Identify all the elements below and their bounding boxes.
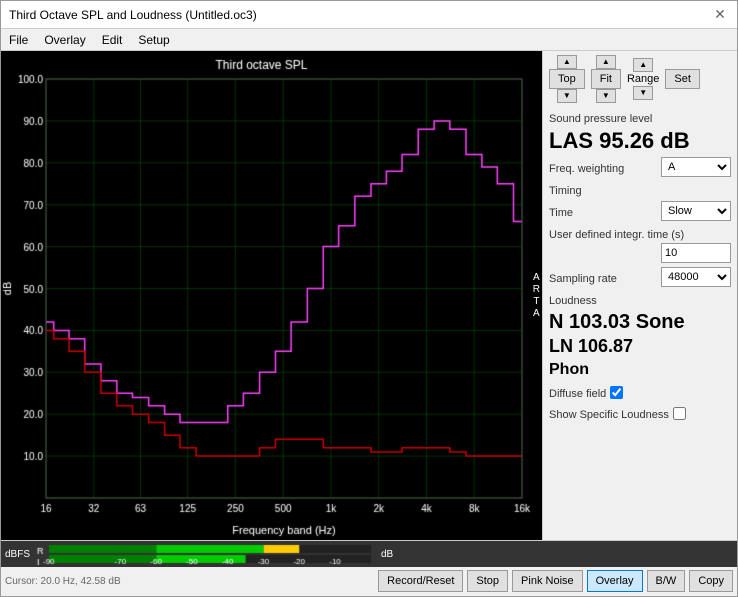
top-group: ▲ Top ▼ — [549, 55, 585, 103]
range-label: Range — [627, 72, 659, 86]
sampling-rate-label: Sampling rate — [549, 273, 617, 285]
chart-canvas — [1, 51, 542, 538]
top-button[interactable]: Top — [549, 69, 585, 89]
record-reset-button[interactable]: Record/Reset — [378, 570, 463, 592]
loudness-section-label: Loudness — [549, 295, 731, 307]
timing-section-label: Timing — [549, 185, 731, 197]
freq-weighting-label: Freq. weighting — [549, 163, 624, 175]
dbfs-db-label: dB — [381, 549, 393, 560]
menu-setup[interactable]: Setup — [138, 33, 169, 47]
main-window: Third Octave SPL and Loudness (Untitled.… — [0, 0, 738, 597]
fit-group: ▲ Fit ▼ — [591, 55, 621, 103]
menu-bar: File Overlay Edit Setup — [1, 29, 737, 51]
menu-overlay[interactable]: Overlay — [44, 33, 85, 47]
fit-up-button[interactable]: ▲ — [596, 55, 616, 69]
arta-label: ARTA — [533, 272, 540, 320]
freq-weighting-select[interactable]: A C Z — [661, 157, 731, 177]
dbfs-label: dBFS — [5, 549, 33, 560]
fit-down-button[interactable]: ▼ — [596, 89, 616, 103]
stop-button[interactable]: Stop — [467, 570, 508, 592]
set-button[interactable]: Set — [665, 69, 700, 89]
user-defined-input-row — [549, 243, 731, 263]
cursor-info: Cursor: 20.0 Hz, 42.58 dB — [5, 576, 374, 587]
dbfs-row: dBFS dB — [1, 541, 737, 567]
overlay-button[interactable]: Overlay — [587, 570, 643, 592]
pink-noise-button[interactable]: Pink Noise — [512, 570, 583, 592]
show-specific-checkbox[interactable] — [673, 407, 686, 420]
nav-controls: ▲ Top ▼ ▲ Fit ▼ ▲ Range ▼ Set — [549, 55, 731, 103]
user-defined-label: User defined integr. time (s) — [549, 229, 684, 241]
time-label: Time — [549, 207, 573, 219]
show-specific-label: Show Specific Loudness — [549, 409, 669, 421]
loudness-ln-value: LN 106.87 — [549, 337, 731, 357]
spl-value: LAS 95.26 dB — [549, 129, 731, 153]
menu-edit[interactable]: Edit — [102, 33, 123, 47]
show-specific-row: Show Specific Loudness — [549, 406, 731, 421]
fit-button[interactable]: Fit — [591, 69, 621, 89]
time-row: Time Slow Fast Impulse — [549, 201, 731, 221]
title-bar: Third Octave SPL and Loudness (Untitled.… — [1, 1, 737, 29]
range-group: ▲ Range ▼ — [627, 58, 659, 100]
sampling-rate-select[interactable]: 48000 44100 — [661, 267, 731, 287]
diffuse-field-label: Diffuse field — [549, 388, 606, 400]
diffuse-field-row: Diffuse field — [549, 385, 731, 400]
main-content: ARTA ▲ Top ▼ ▲ Fit ▼ ▲ Range ▼ — [1, 51, 737, 540]
range-up-button[interactable]: ▲ — [633, 58, 653, 72]
loudness-phon-label: Phon — [549, 361, 731, 379]
loudness-n-value: N 103.03 Sone — [549, 311, 731, 333]
buttons-row: Cursor: 20.0 Hz, 42.58 dB Record/Reset S… — [1, 567, 737, 595]
copy-button[interactable]: Copy — [689, 570, 733, 592]
user-defined-input[interactable] — [661, 243, 731, 263]
spl-section-label: Sound pressure level — [549, 113, 731, 125]
side-panel: ▲ Top ▼ ▲ Fit ▼ ▲ Range ▼ Set Sound pres… — [542, 51, 737, 540]
freq-weighting-row: Freq. weighting A C Z — [549, 157, 731, 177]
menu-file[interactable]: File — [9, 33, 28, 47]
bottom-bar: dBFS dB Cursor: 20.0 Hz, 42.58 dB Record… — [1, 540, 737, 596]
chart-area: ARTA — [1, 51, 542, 540]
user-defined-row: User defined integr. time (s) — [549, 227, 731, 263]
window-title: Third Octave SPL and Loudness (Untitled.… — [9, 8, 257, 22]
top-up-button[interactable]: ▲ — [557, 55, 577, 69]
meter-canvas — [35, 543, 375, 565]
bw-button[interactable]: B/W — [647, 570, 686, 592]
sampling-rate-row: Sampling rate 48000 44100 — [549, 267, 731, 287]
range-down-button[interactable]: ▼ — [633, 86, 653, 100]
top-down-button[interactable]: ▼ — [557, 89, 577, 103]
time-select[interactable]: Slow Fast Impulse — [661, 201, 731, 221]
close-button[interactable]: ✕ — [711, 6, 729, 24]
diffuse-field-checkbox[interactable] — [610, 386, 623, 399]
